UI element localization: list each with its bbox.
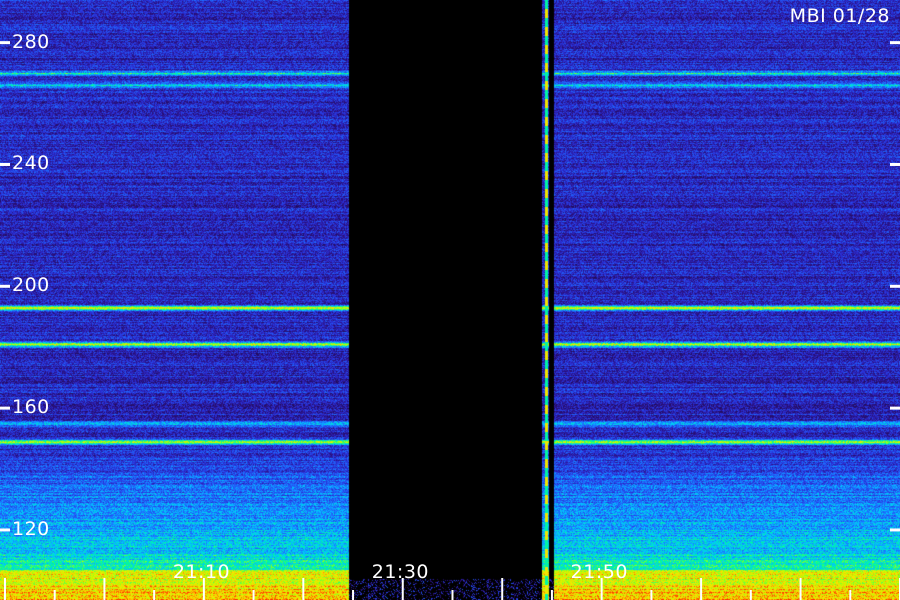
spectrogram-canvas [0,0,900,600]
y-tick-label: 280 [12,30,50,53]
spectrogram-panel: MBI 01/28 120 160 200 240 280 21:10 21:30 21:50 [0,0,900,600]
y-tick-label: 240 [12,152,50,175]
x-tick-label: 21:50 [570,561,628,583]
spectrogram-raster [0,0,900,600]
x-tick-label: 21:30 [371,561,430,583]
spectrogram-chart [0,0,900,600]
y-tick-label: 160 [12,396,50,419]
x-tick-label: 21:10 [172,561,231,583]
station-label: MBI 01/28 [789,5,890,27]
y-tick-label: 120 [12,517,50,540]
y-tick-label: 200 [12,274,50,297]
